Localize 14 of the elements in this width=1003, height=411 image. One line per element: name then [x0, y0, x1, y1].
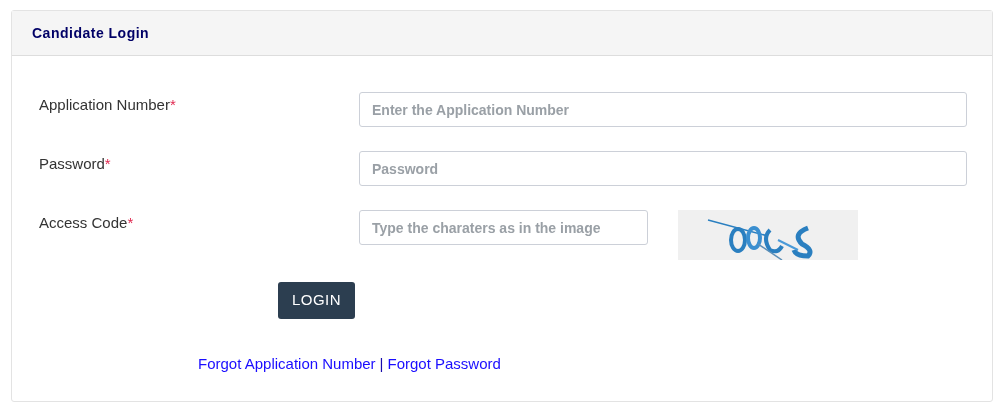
forgot-link[interactable]: Forgot Application Number — [198, 353, 376, 376]
input-field[interactable]: Password — [359, 151, 967, 186]
forgot-link[interactable]: Forgot Password — [387, 353, 501, 376]
login-button[interactable]: LOGIN — [278, 282, 355, 319]
panel-title: Candidate Login — [32, 23, 150, 43]
field-label: Password — [39, 154, 105, 174]
field-label: Application Number — [39, 95, 170, 115]
required-mark: * — [127, 213, 134, 233]
link-separator: | — [379, 354, 384, 374]
required-mark: * — [169, 95, 176, 115]
input-field[interactable]: Enter the Application Number — [359, 92, 967, 127]
captcha-field[interactable]: Type the charaters as in the image — [359, 210, 648, 245]
field-label: Access Code — [39, 213, 128, 233]
required-mark: * — [104, 154, 111, 174]
